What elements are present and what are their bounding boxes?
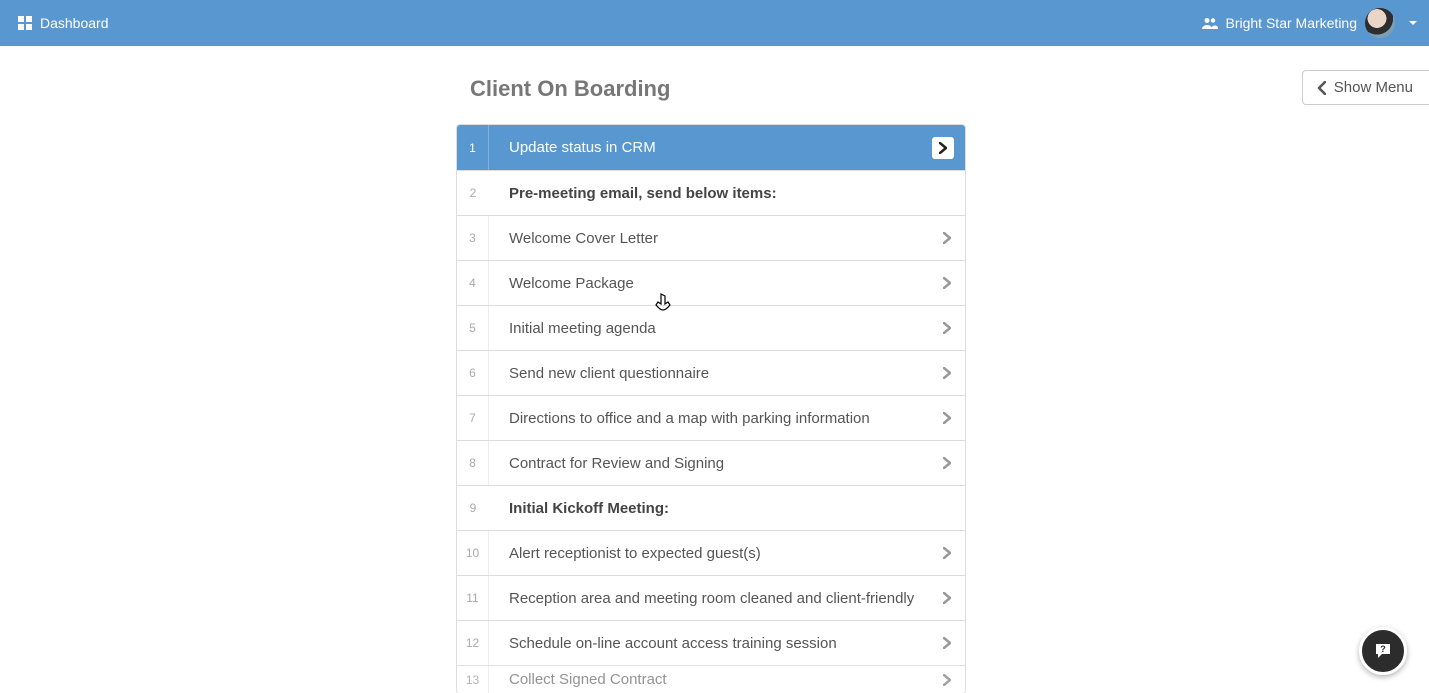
org-switcher[interactable]: Bright Star Marketing <box>1202 15 1358 31</box>
task-list: 1Update status in CRM2Pre-meeting email,… <box>456 124 966 693</box>
row-label: Welcome Package <box>489 261 929 305</box>
row-label: Update status in CRM <box>489 125 929 170</box>
row-label: Welcome Cover Letter <box>489 216 929 260</box>
chevron-right-icon <box>929 125 965 170</box>
list-item[interactable]: 10Alert receptionist to expected guest(s… <box>457 530 965 575</box>
row-number: 2 <box>457 171 489 215</box>
list-item[interactable]: 4Welcome Package <box>457 260 965 305</box>
row-number: 11 <box>457 576 489 620</box>
avatar[interactable] <box>1365 8 1395 38</box>
row-label: Contract for Review and Signing <box>489 441 929 485</box>
chat-help-icon: ? <box>1373 641 1393 661</box>
chevron-right-icon <box>929 576 965 620</box>
dashboard-link[interactable]: Dashboard <box>18 15 109 31</box>
list-item[interactable]: 3Welcome Cover Letter <box>457 215 965 260</box>
row-label: Initial Kickoff Meeting: <box>489 486 965 530</box>
content: Show Menu Client On Boarding 1Update sta… <box>0 46 1429 693</box>
org-label: Bright Star Marketing <box>1226 15 1358 31</box>
chevron-right-icon <box>929 441 965 485</box>
row-label: Directions to office and a map with park… <box>489 396 929 440</box>
topbar-left: Dashboard <box>18 15 109 31</box>
show-menu-button[interactable]: Show Menu <box>1302 70 1429 105</box>
chevron-right-icon <box>929 621 965 665</box>
row-number: 6 <box>457 351 489 395</box>
chevron-left-icon <box>1317 81 1326 95</box>
row-number: 8 <box>457 441 489 485</box>
topbar: Dashboard Bright Star Marketing <box>0 0 1429 46</box>
dashboard-icon <box>18 16 32 30</box>
list-heading: 2Pre-meeting email, send below items: <box>457 170 965 215</box>
chevron-right-icon <box>929 216 965 260</box>
row-label: Send new client questionnaire <box>489 351 929 395</box>
list-item[interactable]: 6Send new client questionnaire <box>457 350 965 395</box>
row-label: Schedule on-line account access training… <box>489 621 929 665</box>
row-number: 1 <box>457 125 489 170</box>
svg-text:?: ? <box>1380 644 1386 654</box>
chevron-right-icon <box>929 666 965 693</box>
chevron-right-icon <box>929 306 965 350</box>
row-label: Reception area and meeting room cleaned … <box>489 576 929 620</box>
row-number: 10 <box>457 531 489 575</box>
row-number: 9 <box>457 486 489 530</box>
help-button[interactable]: ? <box>1359 627 1407 675</box>
chevron-right-icon <box>929 351 965 395</box>
page-title: Client On Boarding <box>470 76 1429 102</box>
list-item[interactable]: 5Initial meeting agenda <box>457 305 965 350</box>
list-item[interactable]: 12Schedule on-line account access traini… <box>457 620 965 665</box>
row-number: 13 <box>457 666 489 693</box>
chevron-right-icon <box>929 396 965 440</box>
chevron-right-icon <box>929 261 965 305</box>
row-number: 3 <box>457 216 489 260</box>
chevron-right-icon <box>929 531 965 575</box>
row-number: 7 <box>457 396 489 440</box>
list-item[interactable]: 7Directions to office and a map with par… <box>457 395 965 440</box>
list-item[interactable]: 1Update status in CRM <box>457 125 965 170</box>
caret-down-icon[interactable] <box>1409 21 1417 25</box>
row-label: Alert receptionist to expected guest(s) <box>489 531 929 575</box>
list-item[interactable]: 8Contract for Review and Signing <box>457 440 965 485</box>
list-item[interactable]: 13Collect Signed Contract <box>457 665 965 693</box>
show-menu-label: Show Menu <box>1334 79 1413 96</box>
row-label: Collect Signed Contract <box>489 666 929 693</box>
list-heading: 9Initial Kickoff Meeting: <box>457 485 965 530</box>
users-icon <box>1202 17 1218 29</box>
row-label: Pre-meeting email, send below items: <box>489 171 965 215</box>
row-number: 12 <box>457 621 489 665</box>
dashboard-label: Dashboard <box>40 15 109 31</box>
topbar-right: Bright Star Marketing <box>1202 8 1418 38</box>
list-item[interactable]: 11Reception area and meeting room cleane… <box>457 575 965 620</box>
row-number: 5 <box>457 306 489 350</box>
row-label: Initial meeting agenda <box>489 306 929 350</box>
row-number: 4 <box>457 261 489 305</box>
